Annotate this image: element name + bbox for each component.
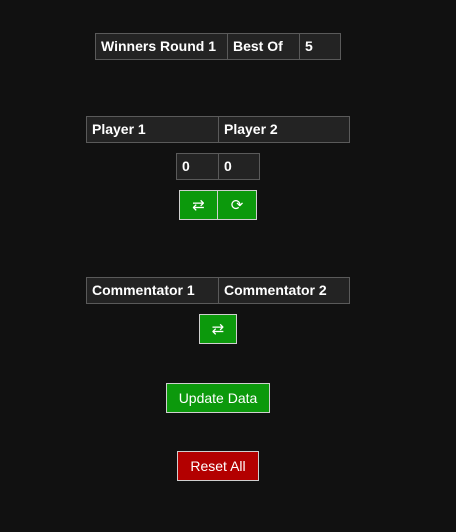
- swap-commentators-button[interactable]: ⇄: [199, 314, 237, 344]
- best-of-value-field[interactable]: 5: [299, 33, 341, 60]
- player2-field[interactable]: Player 2: [218, 116, 350, 143]
- player2-score-field[interactable]: 0: [218, 153, 260, 180]
- player1-field[interactable]: Player 1: [86, 116, 219, 143]
- reset-icon: ⟳: [230, 196, 244, 214]
- player1-score-field[interactable]: 0: [176, 153, 219, 180]
- round-name-field[interactable]: Winners Round 1: [95, 33, 228, 60]
- reset-all-button[interactable]: Reset All: [177, 451, 259, 481]
- best-of-label-field[interactable]: Best Of: [227, 33, 300, 60]
- swap-icon: ⇄: [192, 196, 205, 214]
- swap-players-button[interactable]: ⇄: [179, 190, 218, 220]
- commentator1-field[interactable]: Commentator 1: [86, 277, 219, 304]
- swap-icon: ⇄: [211, 320, 225, 338]
- update-data-button[interactable]: Update Data: [166, 383, 270, 413]
- reset-scores-button[interactable]: ⟳: [217, 190, 257, 220]
- control-panel: Winners Round 1 Best Of 5 Player 1 Playe…: [0, 0, 456, 532]
- commentator2-field[interactable]: Commentator 2: [218, 277, 350, 304]
